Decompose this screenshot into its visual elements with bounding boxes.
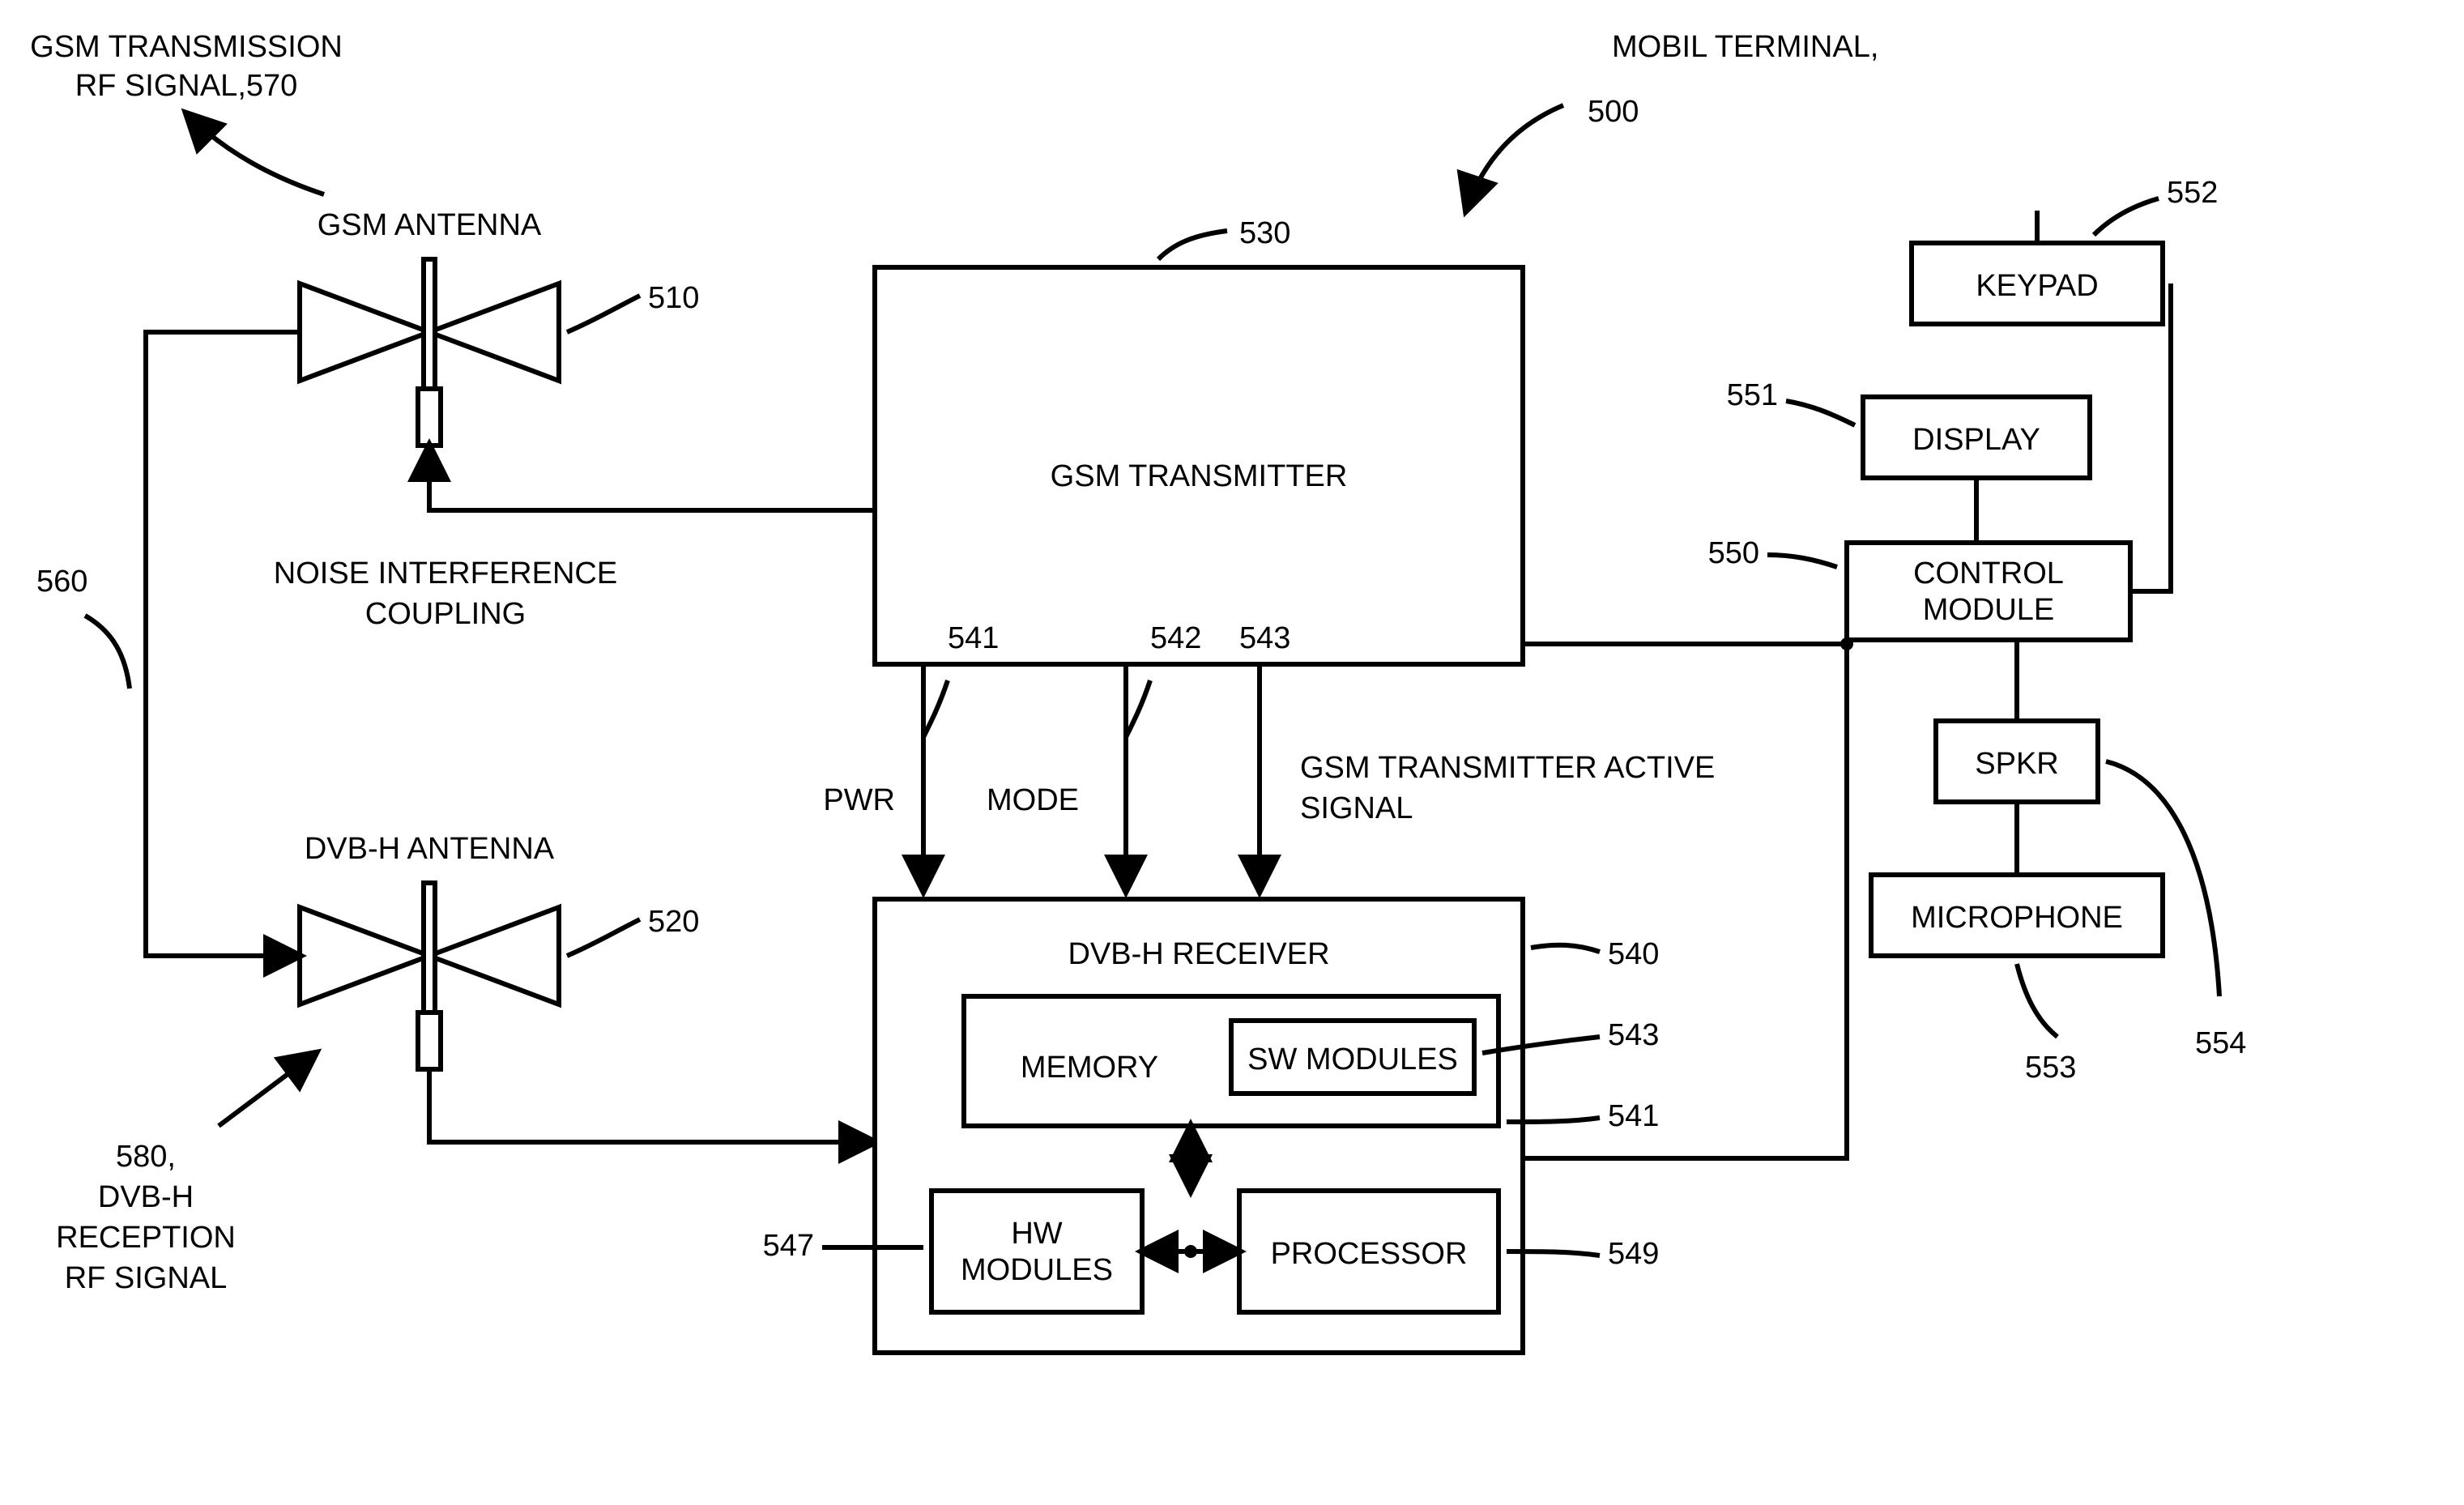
ref-551: 551 [1727, 378, 1778, 412]
label-580a: DVB-H [98, 1180, 194, 1214]
hw-l2: MODULES [961, 1253, 1113, 1287]
ref-541s: 541 [948, 621, 999, 655]
label-active-l1: GSM TRANSMITTER ACTIVE [1300, 751, 1715, 785]
diagram-root: MOBIL TERMINAL, 500 GSM TRANSMISSION RF … [0, 0, 2464, 1505]
label-570-l2: RF SIGNAL,570 [75, 69, 298, 103]
wire-tx-to-ctrl [1523, 615, 1847, 644]
sw-label: SW MODULES [1247, 1042, 1458, 1077]
keypad-label: KEYPAD [1976, 269, 2098, 303]
dvb-receiver-label: DVB-H RECEIVER [1068, 937, 1329, 971]
title-label: MOBIL TERMINAL, [1612, 30, 1878, 64]
wire-ctrl-to-rx [1523, 644, 1847, 1158]
ref-500: 500 [1588, 95, 1639, 129]
ref-549: 549 [1608, 1237, 1659, 1271]
ref-543: 543 [1608, 1018, 1659, 1052]
ref-550: 550 [1708, 536, 1759, 570]
display-label: DISPLAY [1912, 423, 2040, 457]
ref520-curve [567, 919, 640, 956]
ctrl-l2: MODULE [1923, 593, 2055, 627]
ref-520: 520 [648, 905, 699, 939]
ref-553: 553 [2025, 1051, 2076, 1085]
wire-keypad-ctrl [2130, 284, 2171, 591]
ref-560: 560 [36, 565, 87, 599]
ctrl-l1: CONTROL [1913, 556, 2064, 590]
proc-label: PROCESSOR [1271, 1237, 1468, 1271]
ref552-curve [2094, 198, 2159, 235]
ref-554: 554 [2195, 1026, 2246, 1060]
label-active-l2: SIGNAL [1300, 791, 1413, 825]
mic-label: MICROPHONE [1911, 901, 2123, 935]
dvb-antenna [300, 883, 559, 1069]
ref-552: 552 [2167, 176, 2218, 210]
wire-antenna-to-tx [429, 446, 875, 510]
bus-dot-3 [1210, 1247, 1220, 1256]
label-570-l1: GSM TRANSMISSION [30, 30, 343, 64]
ref-540: 540 [1608, 937, 1659, 971]
gsm-antenna: GSM ANTENNA [300, 208, 559, 446]
label-pwr: PWR [823, 783, 895, 817]
noise-coupling-wire [146, 332, 300, 956]
ref500-curve [1466, 105, 1563, 211]
ref-542s: 542 [1150, 621, 1201, 655]
ref550-curve [1767, 555, 1837, 567]
ref530-curve [1158, 231, 1227, 259]
ref510-curve [567, 296, 640, 332]
ref540-curve [1531, 945, 1600, 952]
noise-l1: NOISE INTERFERENCE [274, 556, 617, 590]
ref-547: 547 [763, 1229, 814, 1263]
hw-l1: HW [1011, 1217, 1062, 1251]
bus-dot-2 [1162, 1247, 1171, 1256]
ref-510: 510 [648, 281, 699, 315]
ref542-curve [1126, 680, 1150, 737]
ref570-curve [186, 113, 324, 194]
ref-580: 580, [116, 1140, 176, 1174]
label-mode: MODE [987, 783, 1079, 817]
ref-543s: 543 [1239, 621, 1290, 655]
ref541-curve [923, 680, 948, 737]
label-580c: RF SIGNAL [65, 1261, 228, 1295]
spk-label: SPKR [1975, 747, 2058, 781]
ref560-curve [85, 616, 130, 689]
label-580b: RECEPTION [56, 1221, 236, 1255]
wire-dvb-to-rx [429, 1069, 875, 1142]
gsm-transmitter-label: GSM TRANSMITTER [1051, 459, 1348, 493]
bus-dot-1 [1184, 1245, 1197, 1258]
ref551-curve [1786, 401, 1855, 425]
dvb-antenna-label: DVB-H ANTENNA [305, 832, 555, 866]
gsm-antenna-label: GSM ANTENNA [318, 208, 542, 242]
ref580-curve [219, 1053, 316, 1126]
hw-modules-box [931, 1191, 1142, 1312]
noise-l2: COUPLING [365, 597, 526, 631]
ref-541m: 541 [1608, 1099, 1659, 1133]
ref553-curve [2017, 964, 2057, 1037]
memory-label: MEMORY [1021, 1051, 1158, 1085]
ref-530: 530 [1239, 216, 1290, 250]
